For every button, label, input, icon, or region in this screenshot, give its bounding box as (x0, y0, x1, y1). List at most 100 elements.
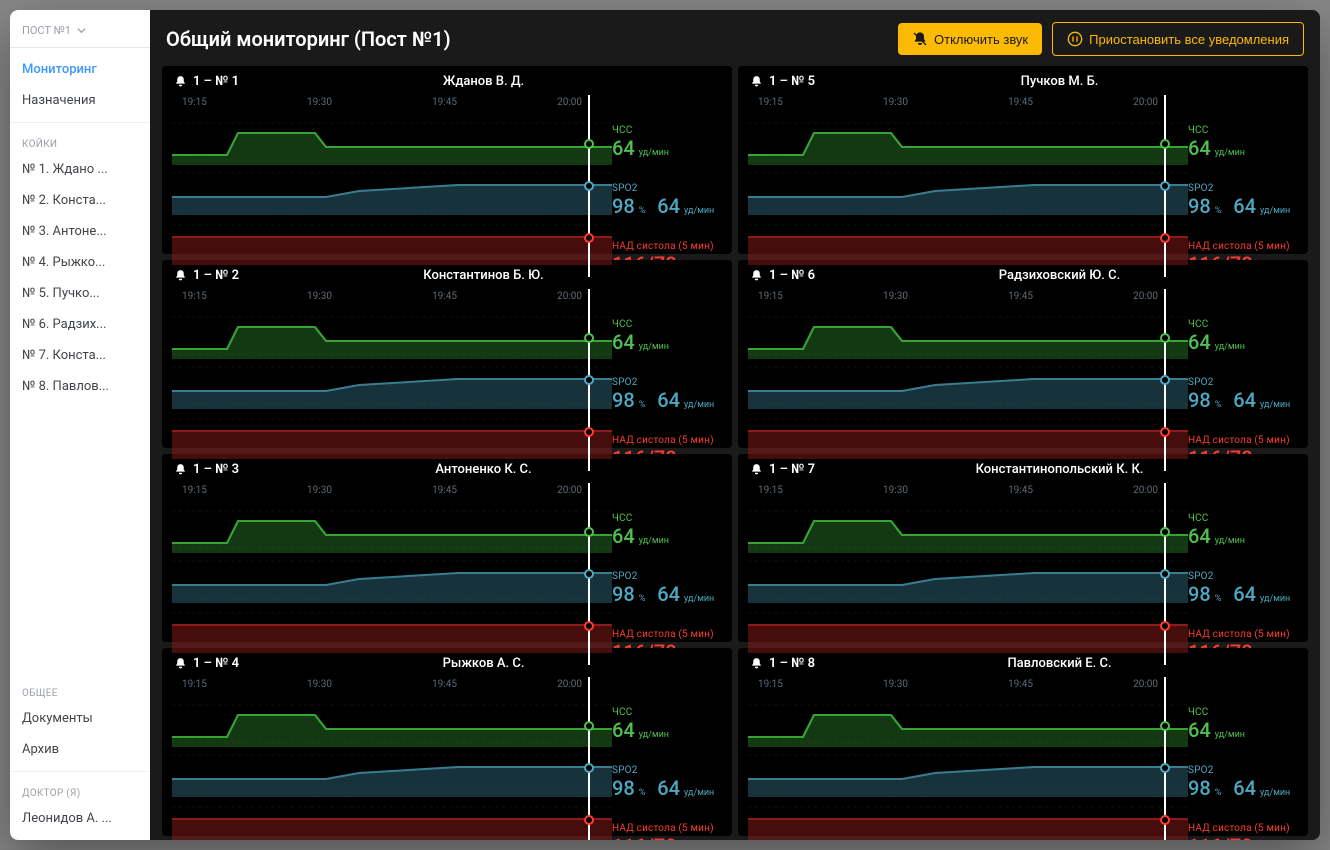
time-axis: 19:1519:3019:4520:00 (748, 483, 1188, 502)
cursor-dot-spo2 (584, 375, 594, 385)
vital-spo2-unit: % (1215, 594, 1222, 604)
vitals-panel: ЧСС 64уд/мин SPO2 98% 64уд/мин НАД систо… (612, 95, 732, 283)
vital-hr: ЧСС 64уд/мин (1188, 117, 1308, 167)
nav-documents[interactable]: Документы (10, 703, 150, 734)
bed-item-5[interactable]: № 5. Пучко... (10, 278, 150, 309)
bed-item-6[interactable]: № 6. Радзих... (10, 309, 150, 340)
time-axis: 19:1519:3019:4520:00 (172, 677, 612, 696)
bed-item-4[interactable]: № 4. Рыжко... (10, 247, 150, 278)
patient-card[interactable]: 1 – № 4 Рыжков А. С. 19:1519:3019:4520:0… (162, 648, 732, 836)
nav-section: Мониторинг Назначения (10, 48, 150, 116)
vital-hr-unit: уд/мин (639, 342, 669, 352)
vital-hr: ЧСС 64уд/мин (612, 699, 732, 749)
cursor-dot-spo2 (584, 763, 594, 773)
vital-nad-label: НАД систола (5 мин) (1188, 241, 1308, 252)
vital-spo2-secondary-unit: уд/мин (1260, 206, 1290, 216)
patient-card[interactable]: 1 – № 8 Павловский Е. С. 19:1519:3019:45… (738, 648, 1308, 836)
vital-spo2-label: SPO2 (612, 183, 732, 194)
vital-nad: НАД систола (5 мин) 116/78мм. рт. ст. (612, 815, 732, 840)
bed-label: 1 – № 1 (174, 74, 239, 89)
patient-card[interactable]: 1 – № 6 Радзиховский Ю. С. 19:1519:3019:… (738, 260, 1308, 448)
patient-card[interactable]: 1 – № 5 Пучков М. Б. 19:1519:3019:4520:0… (738, 66, 1308, 254)
card-header: 1 – № 5 Пучков М. Б. (738, 66, 1308, 95)
vital-spo2-secondary: 64 (657, 388, 680, 412)
vital-spo2-secondary-unit: уд/мин (684, 788, 714, 798)
chart-area: 19:1519:3019:4520:00 (172, 289, 612, 477)
post-selector[interactable]: ПОСТ №1 (10, 10, 150, 48)
vitals-panel: ЧСС 64уд/мин SPO2 98% 64уд/мин НАД систо… (612, 483, 732, 671)
time-tick: 19:15 (758, 485, 783, 496)
nav-monitoring[interactable]: Мониторинг (10, 54, 150, 85)
pause-label: Приостановить все уведомления (1089, 32, 1289, 47)
bed-item-8[interactable]: № 8. Павлов... (10, 371, 150, 402)
vital-spo2: SPO2 98% 64уд/мин (1188, 175, 1308, 225)
lane-spo2 (172, 165, 612, 215)
time-tick: 19:30 (307, 679, 332, 690)
bed-item-2[interactable]: № 2. Конста... (10, 185, 150, 216)
nav-assignments[interactable]: Назначения (10, 85, 150, 116)
vital-spo2-unit: % (639, 206, 646, 216)
patient-card[interactable]: 1 – № 1 Жданов В. Д. 19:1519:3019:4520:0… (162, 66, 732, 254)
bed-number: 1 – № 1 (193, 74, 239, 89)
cursor-dot-hr (584, 333, 594, 343)
time-tick: 19:45 (432, 97, 457, 108)
time-tick: 19:30 (883, 679, 908, 690)
vital-spo2-unit: % (1215, 206, 1222, 216)
bell-icon (750, 75, 763, 88)
vital-spo2: SPO2 98% 64уд/мин (612, 175, 732, 225)
vital-spo2: SPO2 98% 64уд/мин (612, 369, 732, 419)
time-tick: 19:30 (307, 291, 332, 302)
vital-spo2-secondary: 64 (657, 582, 680, 606)
vital-spo2-unit: % (1215, 400, 1222, 410)
time-axis: 19:1519:3019:4520:00 (748, 289, 1188, 308)
time-tick: 19:45 (432, 291, 457, 302)
time-tick: 19:30 (883, 291, 908, 302)
doctor-name[interactable]: Леонидов А. ... (10, 803, 150, 840)
bed-item-3[interactable]: № 3. Антоне... (10, 216, 150, 247)
cursor-dot-hr (1160, 527, 1170, 537)
time-tick: 20:00 (1133, 97, 1158, 108)
vital-spo2-secondary: 64 (1233, 388, 1256, 412)
vital-spo2-unit: % (639, 400, 646, 410)
patient-name: Пучков М. Б. (823, 74, 1296, 89)
vital-spo2: SPO2 98% 64уд/мин (1188, 563, 1308, 613)
beds-heading: КОЙКИ (10, 129, 150, 154)
patient-card[interactable]: 1 – № 2 Константинов Б. Ю. 19:1519:3019:… (162, 260, 732, 448)
vital-hr-label: ЧСС (1188, 707, 1308, 718)
vital-nad-value: 116/78 (1188, 834, 1253, 841)
time-tick: 19:15 (758, 291, 783, 302)
vital-hr: ЧСС 64уд/мин (612, 311, 732, 361)
patient-card[interactable]: 1 – № 7 Константинопольский К. К. 19:151… (738, 454, 1308, 642)
vital-hr-value: 64 (1188, 136, 1211, 160)
chevron-down-icon (77, 26, 86, 35)
nav-archive[interactable]: Архив (10, 734, 150, 765)
vital-hr-unit: уд/мин (639, 536, 669, 546)
mute-button[interactable]: Отключить звук (898, 23, 1042, 55)
vital-hr-label: ЧСС (612, 513, 732, 524)
vital-hr: ЧСС 64уд/мин (612, 117, 732, 167)
vital-hr-unit: уд/мин (1215, 148, 1245, 158)
bed-item-7[interactable]: № 7. Конста... (10, 340, 150, 371)
chart-area: 19:1519:3019:4520:00 (748, 95, 1188, 283)
lane-nad (748, 797, 1188, 840)
bed-label: 1 – № 5 (750, 74, 815, 89)
main-header: Общий мониторинг (Пост №1) Отключить зву… (150, 10, 1320, 66)
cursor-dot-nad (584, 427, 594, 437)
lane-hr (172, 503, 612, 553)
patient-card[interactable]: 1 – № 3 Антоненко К. С. 19:1519:3019:452… (162, 454, 732, 642)
lane-hr (172, 309, 612, 359)
vital-spo2-label: SPO2 (612, 765, 732, 776)
bell-icon (174, 75, 187, 88)
bed-item-1[interactable]: № 1. Ждано ... (10, 154, 150, 185)
vitals-panel: ЧСС 64уд/мин SPO2 98% 64уд/мин НАД систо… (1188, 677, 1308, 840)
vital-spo2: SPO2 98% 64уд/мин (612, 757, 732, 807)
pause-notifications-button[interactable]: Приостановить все уведомления (1052, 22, 1304, 56)
divider (10, 771, 150, 772)
lane-spo2 (748, 553, 1188, 603)
vital-nad-label: НАД систола (5 мин) (612, 435, 732, 446)
cursor-dot-nad (1160, 621, 1170, 631)
cursor-dot-nad (584, 233, 594, 243)
chart-area: 19:1519:3019:4520:00 (172, 483, 612, 671)
chart-area: 19:1519:3019:4520:00 (748, 483, 1188, 671)
cursor-dot-nad (1160, 815, 1170, 825)
